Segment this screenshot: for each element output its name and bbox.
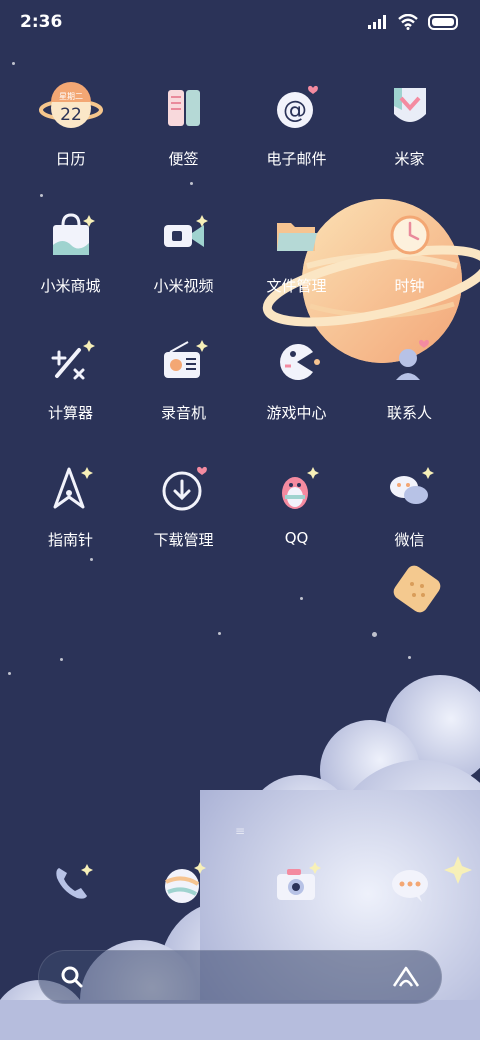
app-clock[interactable]: 时钟 xyxy=(353,197,466,324)
app-label: 下载管理 xyxy=(153,531,214,549)
phone-icon xyxy=(39,852,103,916)
app-calendar[interactable]: 星期二 22 日历 xyxy=(14,70,127,197)
app-label: 小米商城 xyxy=(40,277,101,295)
app-label: 便签 xyxy=(168,150,199,168)
svg-text:@: @ xyxy=(283,96,307,124)
app-wechat[interactable]: 微信 xyxy=(353,451,466,578)
app-label: 时钟 xyxy=(394,277,425,295)
app-label: 文件管理 xyxy=(266,277,327,295)
assistant-icon[interactable] xyxy=(391,964,421,990)
app-label: QQ xyxy=(284,529,309,547)
email-icon: @ xyxy=(265,76,329,140)
dock-camera[interactable] xyxy=(240,852,353,916)
dock-browser[interactable] xyxy=(127,852,240,916)
download-icon xyxy=(152,457,216,521)
video-icon xyxy=(152,203,216,267)
qq-icon xyxy=(265,457,329,521)
app-mi-store[interactable]: 小米商城 xyxy=(14,197,127,324)
notes-icon xyxy=(152,76,216,140)
contacts-icon xyxy=(378,330,442,394)
camera-icon xyxy=(265,852,329,916)
folder-icon xyxy=(265,203,329,267)
app-compass[interactable]: 指南针 xyxy=(14,451,127,578)
wechat-icon xyxy=(378,457,442,521)
battery-icon xyxy=(428,14,458,30)
app-label: 小米视频 xyxy=(153,277,214,295)
calculator-icon xyxy=(39,330,103,394)
app-notes[interactable]: 便签 xyxy=(127,70,240,197)
dock xyxy=(14,852,466,916)
app-label: 指南针 xyxy=(47,531,93,549)
game-icon xyxy=(265,330,329,394)
calendar-day: 22 xyxy=(60,105,82,125)
app-mi-video[interactable]: 小米视频 xyxy=(127,197,240,324)
mijia-icon xyxy=(378,76,442,140)
recorder-icon xyxy=(152,330,216,394)
app-mijia[interactable]: 米家 xyxy=(353,70,466,197)
compass-icon xyxy=(39,457,103,521)
app-label: 日历 xyxy=(55,150,86,168)
status-icons xyxy=(368,14,460,30)
status-bar: 2:36 xyxy=(0,0,480,44)
app-recorder[interactable]: 录音机 xyxy=(127,324,240,451)
search-bar[interactable] xyxy=(38,950,442,1004)
dock-messages[interactable] xyxy=(353,852,466,916)
app-grid: 星期二 22 日历 便签 @ 电子邮件 米家 小米商城 小米视频 文件管理 时钟… xyxy=(14,70,466,578)
app-game-center[interactable]: 游戏中心 xyxy=(240,324,353,451)
page-indicator[interactable]: ≡ xyxy=(235,824,245,838)
app-label: 计算器 xyxy=(47,404,93,422)
app-calculator[interactable]: 计算器 xyxy=(14,324,127,451)
app-file-manager[interactable]: 文件管理 xyxy=(240,197,353,324)
clock-icon xyxy=(378,203,442,267)
wifi-icon xyxy=(398,14,418,30)
status-time: 2:36 xyxy=(20,12,63,32)
dock-phone[interactable] xyxy=(14,852,127,916)
app-downloads[interactable]: 下载管理 xyxy=(127,451,240,578)
app-label: 微信 xyxy=(394,531,425,549)
app-label: 联系人 xyxy=(386,404,432,422)
app-label: 电子邮件 xyxy=(266,150,327,168)
messages-icon xyxy=(378,852,442,916)
signal-icon xyxy=(368,15,386,29)
shopping-bag-icon xyxy=(39,203,103,267)
search-icon[interactable] xyxy=(59,964,85,990)
calendar-icon: 星期二 22 xyxy=(38,76,103,140)
app-email[interactable]: @ 电子邮件 xyxy=(240,70,353,197)
browser-icon xyxy=(152,852,216,916)
app-label: 米家 xyxy=(394,150,425,168)
calendar-weekday: 星期二 xyxy=(59,92,83,101)
app-label: 录音机 xyxy=(160,404,206,422)
app-qq[interactable]: QQ xyxy=(240,451,353,578)
app-label: 游戏中心 xyxy=(266,404,327,422)
app-contacts[interactable]: 联系人 xyxy=(353,324,466,451)
